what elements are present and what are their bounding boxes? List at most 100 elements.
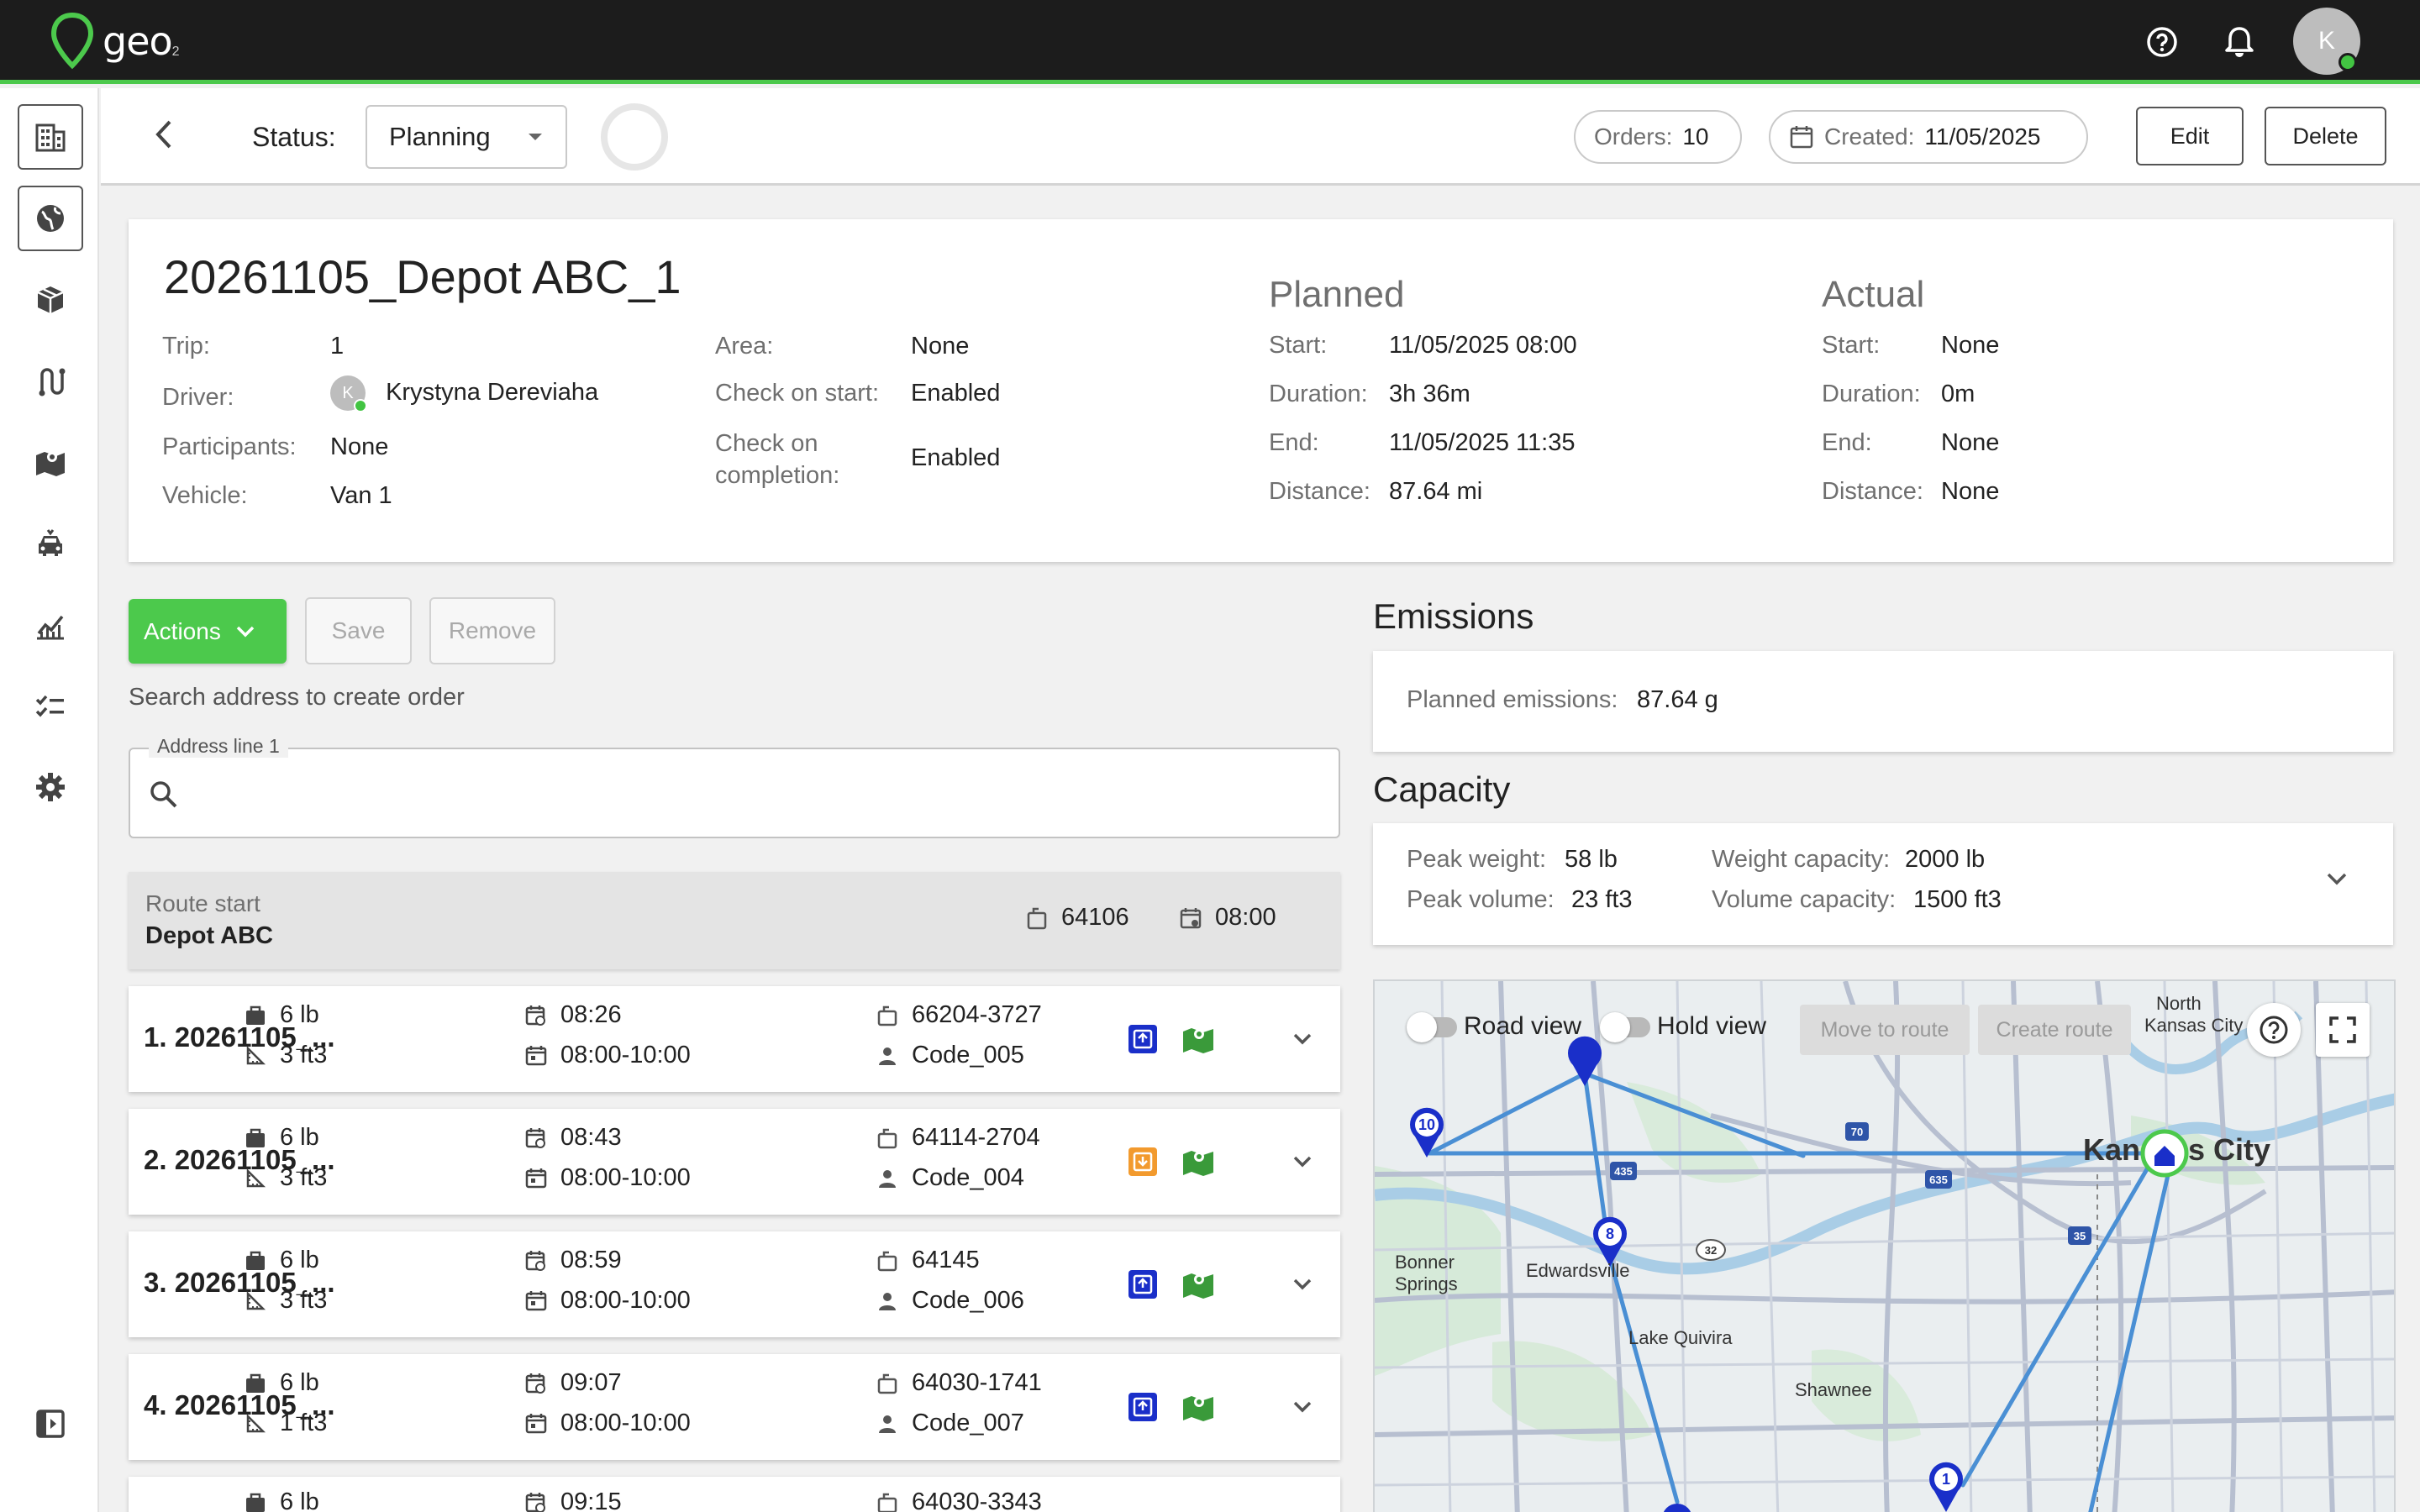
order-weight-value: 6 lb xyxy=(280,1124,319,1151)
status-dropdown[interactable]: Planning xyxy=(366,105,567,169)
trip-label: Trip: xyxy=(162,333,210,360)
loading-spinner xyxy=(601,103,668,171)
order-code: Code_005 xyxy=(875,1042,1024,1069)
nav-settings-gear-icon[interactable] xyxy=(18,754,83,820)
toggle-knob xyxy=(1407,1012,1437,1042)
help-icon[interactable] xyxy=(2144,24,2181,60)
actual-heading: Actual xyxy=(1822,274,1925,315)
order-zip-value: 64030-3343 xyxy=(912,1488,1042,1512)
order-eta: 08:59 xyxy=(523,1247,622,1274)
nav-analytics-icon[interactable] xyxy=(18,592,83,658)
road-view-toggle[interactable] xyxy=(1407,1012,1457,1042)
order-weight: 6 lb xyxy=(243,1488,319,1512)
nav-map-icon[interactable] xyxy=(18,429,83,495)
nav-checklist-icon[interactable] xyxy=(18,674,83,739)
map-marker-10[interactable]: 10 xyxy=(1418,1116,1435,1133)
chevron-down-icon[interactable] xyxy=(1288,1270,1317,1299)
nav-route-icon[interactable] xyxy=(18,349,83,414)
chevron-down-icon[interactable] xyxy=(1288,1147,1317,1176)
driver-avatar: K xyxy=(330,375,367,412)
search-hint-text: Search address to create order xyxy=(129,684,465,711)
capacity-card[interactable]: Peak weight: 58 lb Peak volume: 23 ft3 W… xyxy=(1373,823,2393,945)
hold-view-toggle[interactable] xyxy=(1600,1012,1650,1042)
calendar-clock-icon xyxy=(1178,906,1203,931)
nav-box-icon[interactable] xyxy=(18,267,83,333)
delete-button[interactable]: Delete xyxy=(2265,107,2386,165)
order-weight-value: 6 lb xyxy=(280,1001,319,1028)
chevron-down-icon[interactable] xyxy=(2326,872,2348,887)
vehicle-label: Vehicle: xyxy=(162,482,248,509)
order-weight: 6 lb xyxy=(243,1124,319,1152)
order-row[interactable]: 2. 20261105_... 6 lb 3 ft3 08:43 08:00-10:00… xyxy=(129,1109,1340,1215)
ruler-icon xyxy=(243,1043,268,1068)
order-row[interactable]: 6 lb 09:15 64030-3343 xyxy=(129,1477,1340,1512)
nav-vehicle-icon[interactable] xyxy=(18,511,83,576)
back-arrow-icon[interactable] xyxy=(143,113,185,155)
created-value: 11/05/2025 xyxy=(1924,123,2041,150)
actual-end-value: None xyxy=(1941,429,2000,456)
app-logo[interactable]: geo 2 xyxy=(49,12,180,71)
route-start-row[interactable]: Route start Depot ABC 64106 08:00 xyxy=(129,872,1340,969)
actual-distance-value: None xyxy=(1941,478,2000,505)
order-weight-value: 6 lb xyxy=(280,1369,319,1396)
chevron-down-icon[interactable] xyxy=(1288,1025,1317,1053)
participants-label: Participants: xyxy=(162,433,297,460)
edit-button[interactable]: Edit xyxy=(2136,107,2244,165)
map-marker-8[interactable]: 8 xyxy=(1606,1226,1614,1242)
nav-globe-icon[interactable] xyxy=(18,186,83,251)
driver-name[interactable]: Krystyna Dereviaha xyxy=(386,379,598,406)
actual-distance-label: Distance: xyxy=(1822,478,1923,505)
calendar-clock-icon xyxy=(523,1248,549,1273)
show-on-map-icon[interactable] xyxy=(1181,1146,1215,1178)
map-label-kansas-city-a: Kan xyxy=(2083,1132,2141,1167)
order-window: 08:00-10:00 xyxy=(523,1287,691,1315)
chevron-down-icon[interactable] xyxy=(1288,1393,1317,1421)
show-on-map-icon[interactable] xyxy=(1181,1023,1215,1055)
user-avatar[interactable]: K xyxy=(2293,8,2360,75)
calendar-icon xyxy=(523,1289,549,1314)
map-help-icon[interactable] xyxy=(2247,1003,2301,1057)
mailbox-icon xyxy=(875,1490,900,1512)
bag-icon xyxy=(243,1490,268,1512)
calendar-icon xyxy=(523,1411,549,1436)
order-row[interactable]: 3. 20261105_... 6 lb 3 ft3 08:59 08:00-10:00… xyxy=(129,1231,1340,1337)
actions-button[interactable]: Actions xyxy=(129,599,287,664)
nav-building-icon[interactable] xyxy=(18,104,83,170)
fullscreen-icon[interactable] xyxy=(2316,1003,2370,1057)
order-volume: 3 ft3 xyxy=(243,1287,327,1315)
mailbox-icon xyxy=(875,1248,900,1273)
delivery-status-icon[interactable] xyxy=(1128,1270,1157,1299)
map-toolbar: Road view Hold view Move to route Create… xyxy=(1375,981,2394,1074)
driver-label: Driver: xyxy=(162,384,234,411)
weight-capacity-label: Weight capacity: xyxy=(1712,846,1891,873)
order-zip-value: 64145 xyxy=(912,1247,980,1273)
delivery-status-icon[interactable] xyxy=(1128,1025,1157,1053)
delivery-status-icon[interactable] xyxy=(1128,1393,1157,1421)
order-eta-value: 08:43 xyxy=(560,1124,622,1151)
address-search-field[interactable]: Address line 1 xyxy=(129,735,1340,838)
top-bar: geo 2 K xyxy=(0,0,2420,84)
move-to-route-button[interactable]: Move to route xyxy=(1800,1005,1970,1055)
bell-icon[interactable] xyxy=(2221,24,2258,60)
map-marker-1[interactable]: 1 xyxy=(1942,1471,1950,1488)
remove-button[interactable]: Remove xyxy=(429,597,555,664)
trip-title: 20261105_Depot ABC_1 xyxy=(164,250,681,303)
route-map[interactable]: 70 435 635 35 32 10 8 1 North Kansas Cit… xyxy=(1373,979,2396,1512)
show-on-map-icon[interactable] xyxy=(1181,1391,1215,1423)
participants-value: None xyxy=(330,433,389,460)
order-window: 08:00-10:00 xyxy=(523,1164,691,1192)
nav-collapse-panel-icon[interactable] xyxy=(18,1391,83,1457)
order-row[interactable]: 1. 20261105_... 6 lb 3 ft3 08:26 08:00-10:00… xyxy=(129,986,1340,1092)
pickup-status-icon[interactable] xyxy=(1128,1147,1157,1176)
order-row[interactable]: 4. 20261105_... 6 lb 1 ft3 09:07 08:00-10:00… xyxy=(129,1354,1340,1460)
logo-text: geo xyxy=(103,18,173,64)
show-on-map-icon[interactable] xyxy=(1181,1268,1215,1300)
order-weight: 6 lb xyxy=(243,1369,319,1397)
order-weight: 6 lb xyxy=(243,1001,319,1029)
peak-weight-value: 58 lb xyxy=(1565,846,1618,873)
person-icon xyxy=(875,1289,900,1314)
save-button[interactable]: Save xyxy=(305,597,412,664)
create-route-button[interactable]: Create route xyxy=(1978,1005,2131,1055)
calendar-clock-icon xyxy=(523,1003,549,1028)
route-start-time-value: 08:00 xyxy=(1215,904,1276,931)
